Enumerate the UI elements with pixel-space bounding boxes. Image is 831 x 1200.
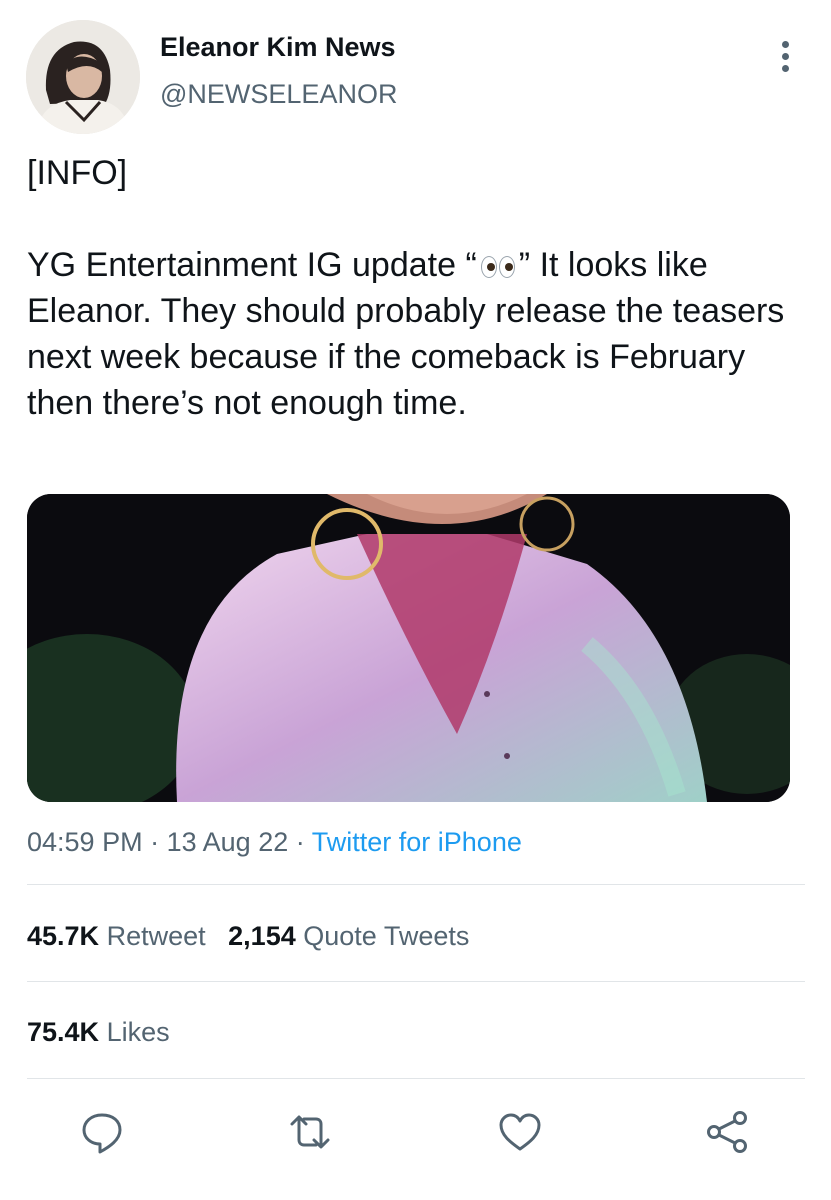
eyes-emoji-icon [480,256,515,279]
share-icon [707,1111,747,1153]
eye-left [480,256,497,279]
likes-stats[interactable]: 75.4K Likes [27,1014,170,1050]
likes-count: 75.4K [27,1017,100,1047]
avatar-image [26,20,140,134]
tweet-tag-line: [INFO] [27,154,128,192]
reply-icon [82,1113,122,1154]
divider [27,981,805,982]
tweet-date: 13 Aug 22 [166,827,289,857]
more-dot [781,40,789,48]
tweet-text: [INFO] YG Entertainment IG update “” It … [27,150,797,426]
tweet-body-start: YG Entertainment IG update “ [27,246,477,284]
divider [27,1078,805,1079]
user-handle[interactable]: @NEWSELEANOR [160,77,397,111]
retweet-button[interactable] [286,1108,334,1156]
more-dot [781,64,789,72]
tweet-body: YG Entertainment IG update “” It looks l… [27,242,797,426]
meta-separator: · [295,827,305,857]
retweet-stats: 45.7K Retweet 2,154 Quote Tweets [27,918,469,954]
avatar[interactable] [26,20,140,134]
likes-label: Likes [106,1017,170,1047]
share-button[interactable] [704,1108,752,1156]
heart-icon [499,1113,541,1151]
tweet-time: 04:59 PM [27,827,143,857]
quotes-link[interactable]: 2,154 Quote Tweets [228,921,469,951]
quotes-count: 2,154 [228,921,296,951]
photo-image [27,494,790,802]
retweets-link[interactable]: 45.7K Retweet [27,921,206,951]
more-dot [781,52,789,60]
quotes-label: Quote Tweets [303,921,470,951]
display-name[interactable]: Eleanor Kim News [160,30,396,64]
paragraph-spacer [27,196,797,242]
retweet-icon [290,1115,330,1149]
eye-right [498,256,515,279]
like-button[interactable] [496,1108,544,1156]
retweets-count: 45.7K [27,921,100,951]
divider [27,884,805,885]
reply-button[interactable] [78,1108,126,1156]
tweet-meta: 04:59 PM · 13 Aug 22 · Twitter for iPhon… [27,824,522,860]
more-options-icon[interactable] [765,36,805,76]
meta-separator: · [150,827,160,857]
tweet-photo[interactable] [27,494,790,802]
retweets-label: Retweet [106,921,206,951]
tweet-source-link[interactable]: Twitter for iPhone [312,827,522,857]
